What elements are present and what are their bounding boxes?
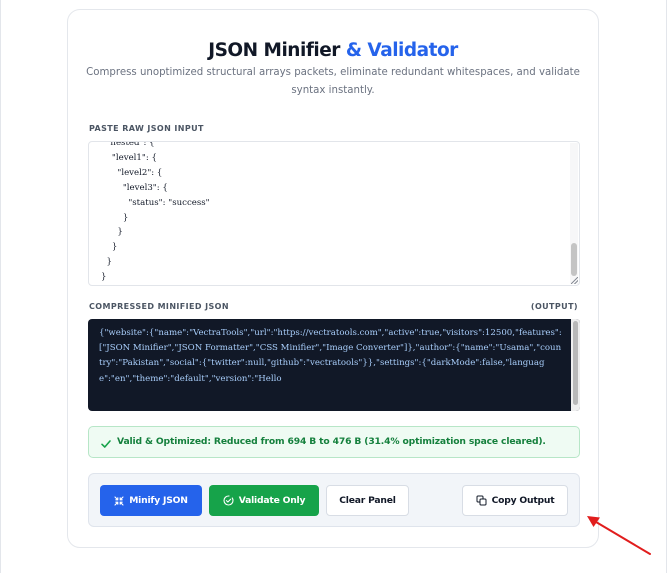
- title-accent: & Validator: [345, 40, 458, 61]
- minify-button-label: Minify JSON: [129, 495, 188, 506]
- page-title: JSON Minifier & Validator: [68, 40, 598, 61]
- output-tag: (OUTPUT): [530, 302, 578, 311]
- output-scrollbar-thumb[interactable]: [573, 321, 578, 405]
- action-toolbar: Minify JSON Validate Only Clear Panel Co…: [88, 473, 580, 527]
- json-input-textarea[interactable]: "nested": { "level1": { "level2": { "lev…: [88, 141, 580, 286]
- minify-button[interactable]: Minify JSON: [100, 485, 202, 516]
- tool-card: JSON Minifier & Validator Compress unopt…: [67, 9, 599, 548]
- input-label: PASTE RAW JSON INPUT: [89, 124, 204, 133]
- copy-button-label: Copy Output: [491, 495, 555, 506]
- json-input-content[interactable]: "nested": { "level1": { "level2": { "lev…: [101, 142, 210, 285]
- page-subtitle: Compress unoptimized structural arrays p…: [86, 67, 580, 96]
- validate-button[interactable]: Validate Only: [209, 485, 319, 516]
- annotation-arrow: [587, 516, 651, 555]
- json-output-textarea[interactable]: {"website":{"name":"VectraTools","url":"…: [88, 319, 580, 411]
- check-icon: [100, 435, 114, 449]
- resize-handle[interactable]: [571, 277, 578, 284]
- clear-button-label: Clear Panel: [339, 495, 396, 506]
- input-scrollbar-thumb[interactable]: [571, 243, 577, 276]
- title-main: JSON Minifier: [208, 40, 340, 61]
- status-message: Valid & Optimized: Reduced from 694 B to…: [117, 436, 546, 447]
- output-label: COMPRESSED MINIFIED JSON: [89, 302, 229, 311]
- check-circle-icon: [223, 495, 234, 506]
- copy-output-button[interactable]: Copy Output: [462, 485, 568, 516]
- status-banner: Valid & Optimized: Reduced from 694 B to…: [88, 426, 580, 458]
- page-edge-right: [666, 0, 667, 573]
- json-output-content[interactable]: {"website":{"name":"VectraTools","url":"…: [99, 326, 564, 387]
- copy-icon: [476, 495, 487, 506]
- validate-button-label: Validate Only: [238, 495, 306, 506]
- page-edge-left: [0, 0, 1, 573]
- clear-panel-button[interactable]: Clear Panel: [326, 485, 409, 516]
- compress-arrows-icon: [114, 495, 124, 506]
